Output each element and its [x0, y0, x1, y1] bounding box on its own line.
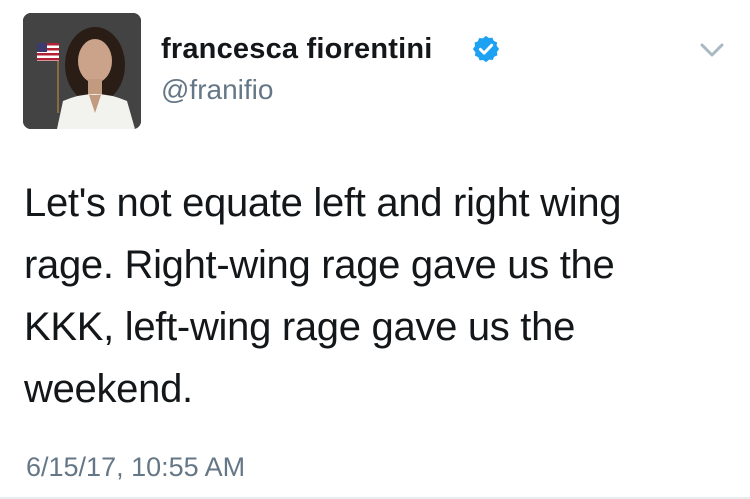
tweet-text-line: weekend.	[24, 367, 193, 411]
chevron-down-icon[interactable]	[696, 38, 728, 62]
timestamp[interactable]: 6/15/17, 10:55 AM	[26, 452, 245, 483]
verified-badge-icon	[472, 35, 500, 63]
tweet-text: Let's not equate left and right wing rag…	[24, 172, 724, 420]
avatar[interactable]	[23, 13, 141, 129]
display-name[interactable]: francesca fiorentini	[161, 33, 433, 66]
user-handle[interactable]: @franifio	[161, 74, 273, 106]
tweet-text-line: rage. Right-wing rage gave us the	[24, 243, 615, 287]
tweet-text-line: KKK, left-wing rage gave us the	[24, 305, 576, 349]
avatar-photo	[23, 13, 141, 129]
tweet-text-line: Let's not equate left and right wing	[24, 181, 622, 225]
tweet-card: francesca fiorentini @franifio Let's not…	[0, 0, 750, 499]
